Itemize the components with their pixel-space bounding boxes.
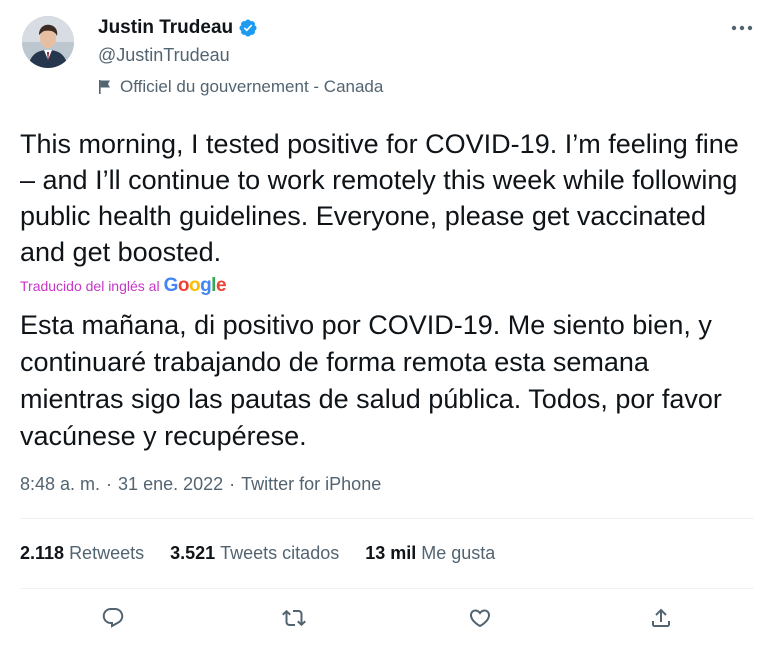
divider bbox=[20, 588, 754, 589]
retweet-icon bbox=[282, 609, 306, 627]
like-icon bbox=[469, 609, 491, 628]
quotes-count: 3.521 bbox=[170, 543, 216, 563]
display-name[interactable]: Justin Trudeau bbox=[98, 16, 233, 40]
author-name-row[interactable]: Justin Trudeau bbox=[98, 16, 258, 40]
retweets-count: 2.118 bbox=[20, 543, 65, 563]
author-handle[interactable]: @JustinTrudeau bbox=[98, 44, 230, 66]
tweet-time[interactable]: 8:48 a. m. bbox=[20, 472, 100, 496]
share-icon bbox=[652, 608, 670, 627]
retweets-label: Retweets bbox=[69, 543, 145, 563]
google-logo: Google bbox=[163, 275, 227, 296]
share-button[interactable] bbox=[641, 596, 681, 640]
tweet-actions bbox=[0, 596, 768, 640]
divider bbox=[20, 518, 754, 519]
tweet-source[interactable]: Twitter for iPhone bbox=[241, 472, 381, 496]
like-button[interactable] bbox=[460, 596, 500, 640]
tweet-date[interactable]: 31 ene. 2022 bbox=[118, 472, 223, 496]
avatar[interactable] bbox=[22, 16, 74, 68]
translation-attribution[interactable]: Traducido del inglés al Google bbox=[20, 275, 227, 297]
tweet-card: Justin Trudeau @JustinTrudeau Officiel d… bbox=[0, 0, 768, 656]
more-icon bbox=[731, 25, 753, 31]
more-options-button[interactable] bbox=[726, 14, 758, 42]
likes-label: Me gusta bbox=[421, 543, 496, 563]
tweet-translation: Esta mañana, di positivo por COVID-19. M… bbox=[20, 310, 722, 451]
reply-button[interactable] bbox=[93, 596, 133, 640]
retweets-stat[interactable]: 2.118 Retweets bbox=[20, 541, 144, 565]
tweet-meta: 8:48 a. m. · 31 ene. 2022 · Twitter for … bbox=[20, 472, 381, 496]
government-label[interactable]: Officiel du gouvernement - Canada bbox=[98, 76, 383, 98]
translated-by-label: Traducido del inglés al bbox=[20, 278, 160, 294]
likes-stat[interactable]: 13 mil Me gusta bbox=[365, 541, 495, 565]
retweet-button[interactable] bbox=[274, 596, 314, 640]
quote-tweets-stat[interactable]: 3.521 Tweets citados bbox=[170, 541, 339, 565]
meta-separator: · bbox=[106, 474, 113, 494]
verified-badge-icon bbox=[238, 18, 258, 38]
tweet-stats: 2.118 Retweets 3.521 Tweets citados 13 m… bbox=[20, 541, 521, 565]
tweet-text: This morning, I tested positive for COVI… bbox=[20, 129, 739, 267]
government-label-text: Officiel du gouvernement - Canada bbox=[120, 77, 384, 96]
meta-separator: · bbox=[229, 474, 236, 494]
flag-icon bbox=[98, 79, 112, 95]
likes-count: 13 mil bbox=[365, 543, 417, 563]
reply-icon bbox=[102, 608, 124, 628]
quotes-label: Tweets citados bbox=[220, 543, 340, 563]
